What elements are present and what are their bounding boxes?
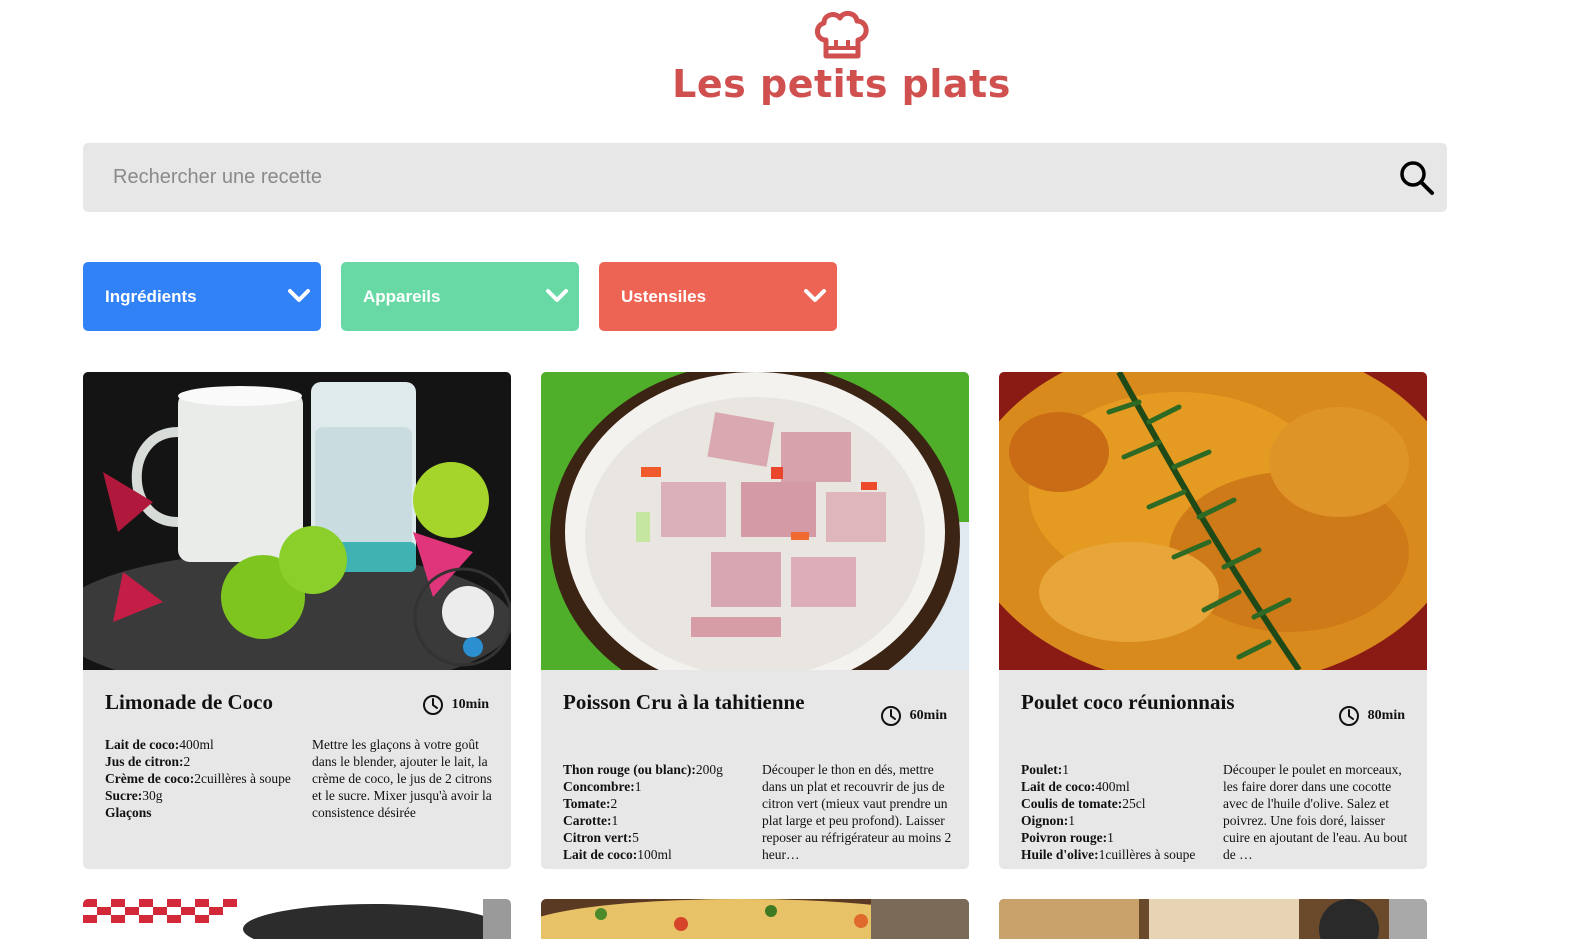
filter-ustensiles-button[interactable]: Ustensiles (599, 262, 837, 331)
ingredient-item: Coulis de tomate:25cl (1021, 796, 1146, 811)
recipe-card[interactable]: Poulet coco réunionnais 80min Poulet:1 L… (999, 372, 1427, 869)
recipe-title: Limonade de Coco (105, 690, 273, 714)
filter-label: Appareils (363, 287, 441, 306)
ingredient-item: Carotte:1 (563, 813, 619, 828)
ingredient-item: Glaçons (105, 805, 152, 820)
recipe-time: 80min (1338, 705, 1405, 727)
chevron-down-icon (288, 289, 310, 302)
recipe-description: Découper le thon en dés, mettre dans un … (762, 762, 952, 862)
recipe-image-coconut-lemonade (83, 372, 511, 670)
recipe-time-value: 60min (909, 708, 947, 723)
ingredient-item: Crème de coco:2cuillères à soupe (105, 771, 291, 786)
ingredient-item: Jus de citron:2 (105, 754, 191, 769)
chevron-down-icon (546, 289, 568, 302)
recipe-card[interactable] (541, 899, 969, 939)
recipe-time-value: 80min (1367, 708, 1405, 723)
clock-icon (1338, 706, 1359, 726)
ingredient-item: Lait de coco:100ml (563, 847, 672, 862)
ingredient-item: Huile d'olive:1cuillères à soupe (1021, 847, 1196, 862)
ingredient-item: Tomate:2 (563, 796, 618, 811)
ingredient-item: Lait de coco:400ml (105, 737, 214, 752)
ingredient-list: Lait de coco:400ml Jus de citron:2 Crème… (105, 736, 320, 821)
recipe-image-raw-fish (541, 372, 969, 670)
search-icon[interactable] (1398, 159, 1436, 197)
recipe-image-chicken-coconut (999, 372, 1427, 670)
clock-icon (880, 706, 901, 726)
ingredient-item: Oignon:1 (1021, 813, 1076, 828)
filter-appareils-button[interactable]: Appareils (341, 262, 579, 331)
filter-ingredients-button[interactable]: Ingrédients (83, 262, 321, 331)
recipe-card[interactable] (999, 899, 1427, 939)
recipe-description: Découper le poulet en morceaux, les fair… (1223, 762, 1408, 862)
search-input[interactable] (83, 143, 1363, 212)
ingredient-item: Thon rouge (ou blanc):200g (563, 762, 723, 777)
ingredient-list: Thon rouge (ou blanc):200g Concombre:1 T… (563, 761, 778, 863)
recipe-card[interactable]: Poisson Cru à la tahitienne 60min Thon r… (541, 372, 969, 869)
ingredient-item: Poivron rouge:1 (1021, 830, 1114, 845)
ingredient-item: Sucre:30g (105, 788, 163, 803)
ingredient-item: Poulet:1 (1021, 762, 1069, 777)
search-bar (83, 143, 1447, 212)
recipe-image (541, 899, 969, 939)
ingredient-item: Citron vert:5 (563, 830, 639, 845)
clock-icon (422, 695, 443, 715)
ingredient-item: Lait de coco:400ml (1021, 779, 1130, 794)
recipe-time-value: 10min (451, 697, 489, 712)
recipe-card[interactable] (83, 899, 511, 939)
recipe-time: 60min (880, 705, 947, 727)
site-header: Les petits plats (0, 0, 1575, 120)
filter-label: Ingrédients (105, 287, 197, 306)
filter-label: Ustensiles (621, 287, 707, 306)
recipe-image (999, 899, 1427, 939)
recipe-image (83, 899, 511, 939)
recipe-title: Poisson Cru à la tahitienne (563, 690, 805, 714)
ingredient-list: Poulet:1 Lait de coco:400ml Coulis de to… (1021, 761, 1236, 863)
recipe-description: Mettre les glaçons à votre goût dans le … (312, 737, 492, 820)
recipe-title: Poulet coco réunionnais (1021, 690, 1235, 714)
recipe-time: 10min (422, 694, 489, 716)
recipe-card[interactable]: Limonade de Coco 10min Lait de coco:400m… (83, 372, 511, 869)
ingredient-item: Concombre:1 (563, 779, 642, 794)
chef-hat-icon (815, 11, 869, 59)
site-title[interactable]: Les petits plats (0, 62, 1575, 106)
chevron-down-icon (804, 289, 826, 302)
